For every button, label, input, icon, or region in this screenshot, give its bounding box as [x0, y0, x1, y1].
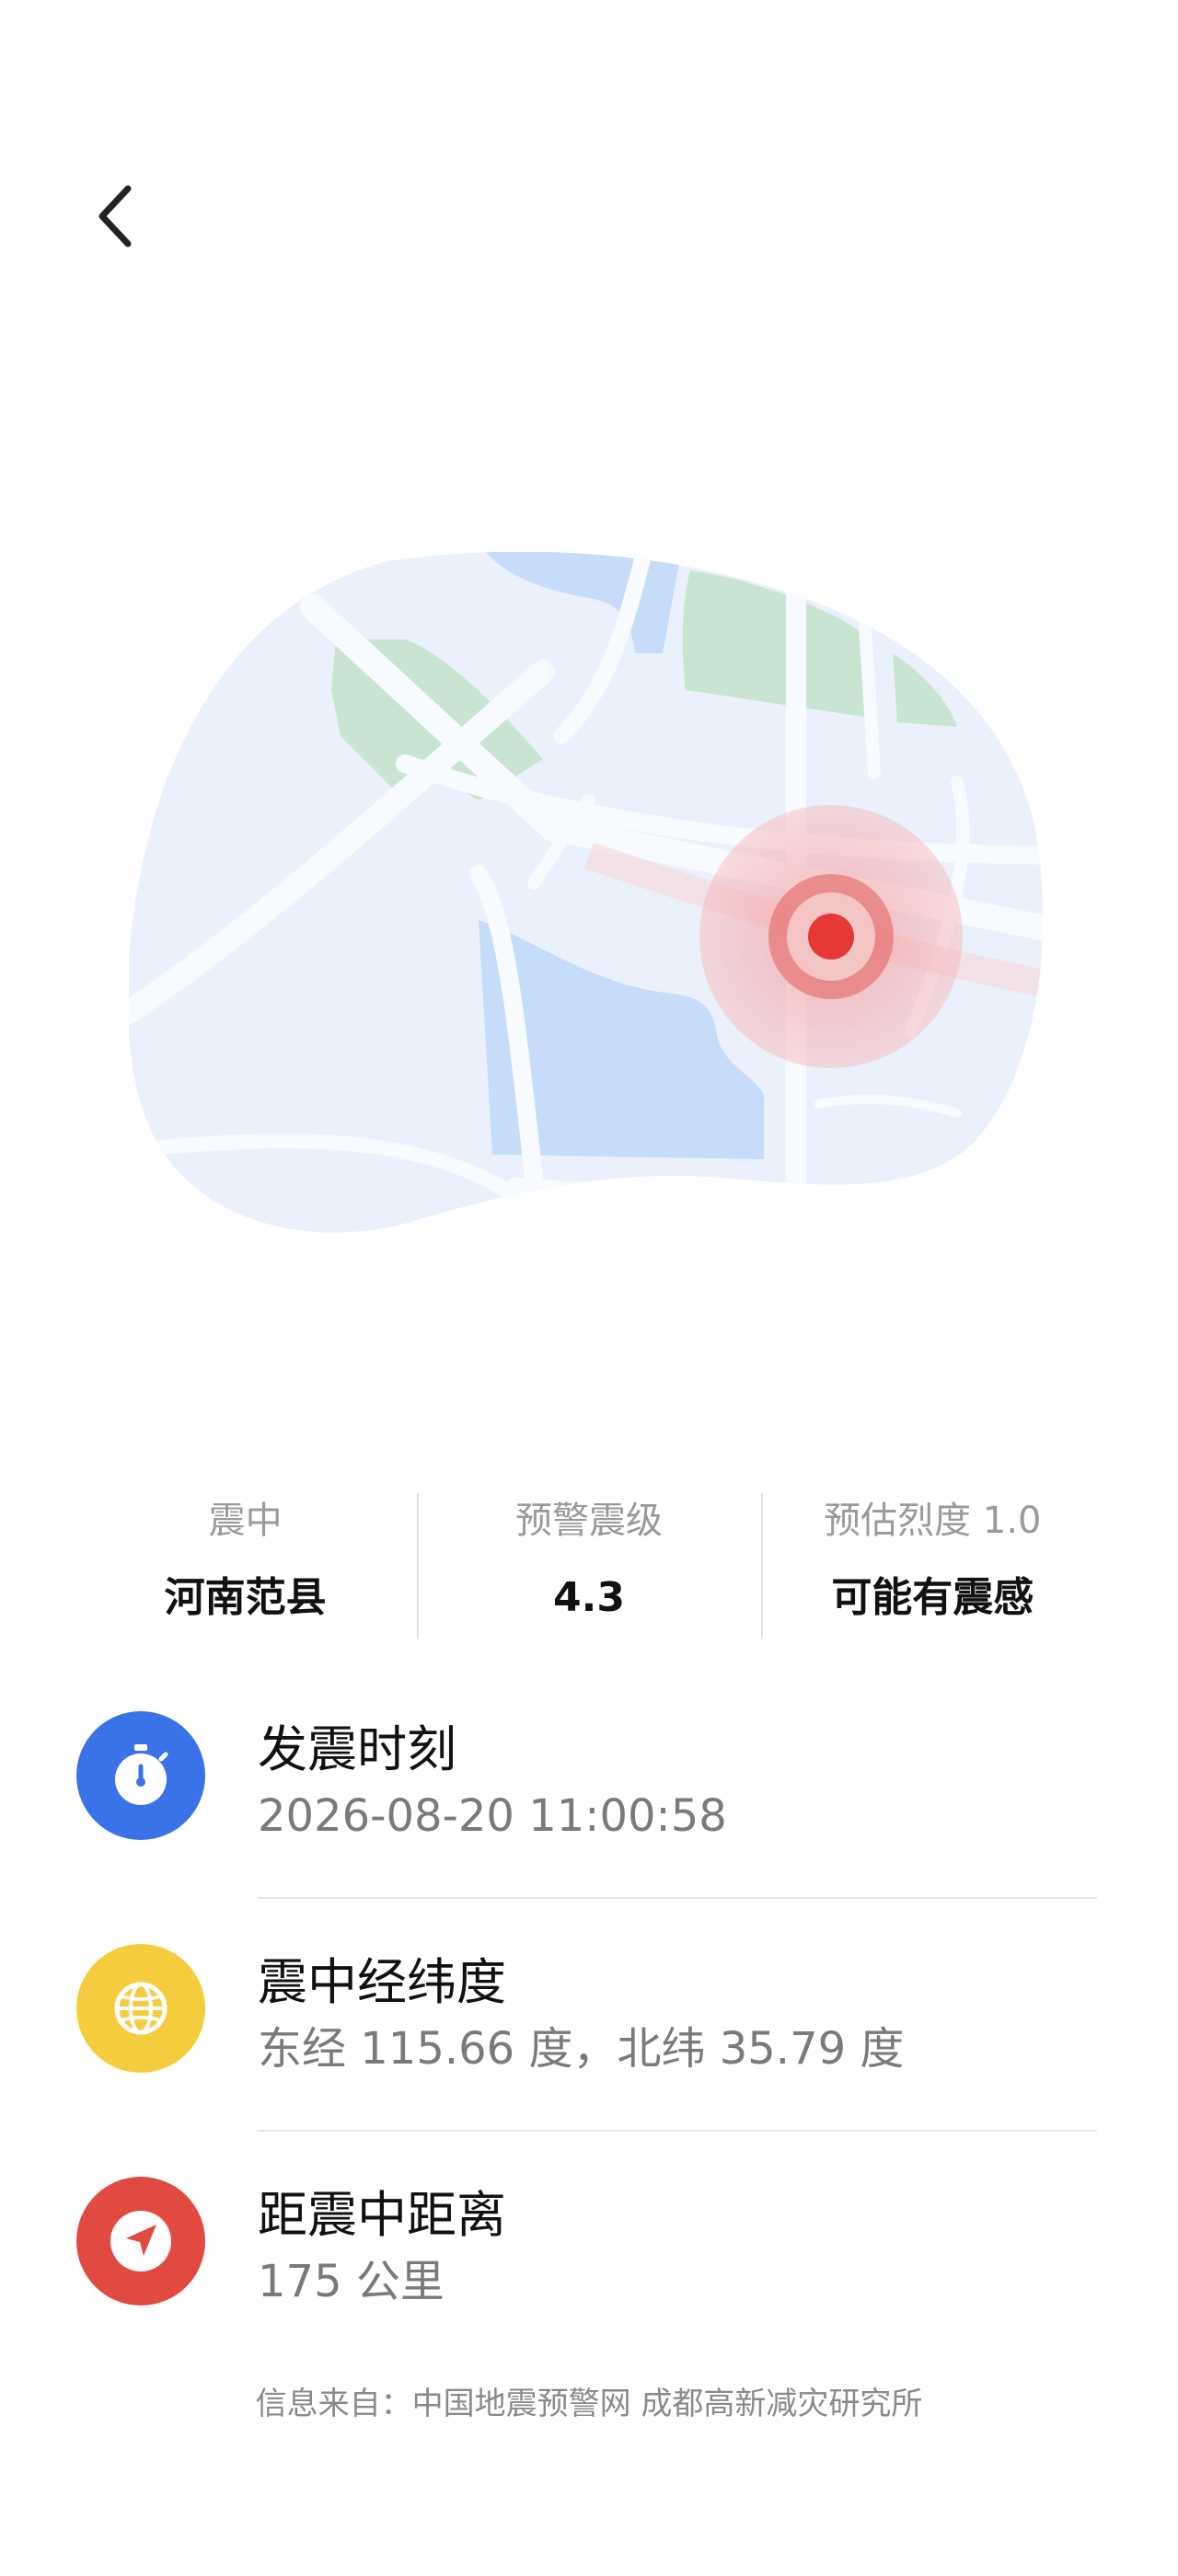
info-item-time: 发震时刻 2026-08-20 11:00:58 — [0, 1711, 1178, 1941]
earthquake-stats: 震中 河南范县 预警震级 4.3 预估烈度 1.0 可能有震感 — [74, 1486, 1104, 1639]
divider — [258, 2130, 1097, 2132]
info-value: 2026-08-20 11:00:58 — [258, 1790, 727, 1842]
info-title: 发震时刻 — [258, 1720, 456, 1778]
info-title: 距震中距离 — [258, 2186, 506, 2244]
epicenter-marker — [699, 805, 963, 1068]
stopwatch-icon — [76, 1711, 205, 1840]
info-value: 东经 115.66 度，北纬 35.79 度 — [258, 2023, 905, 2075]
stat-intensity: 预估烈度 1.0 可能有震感 — [760, 1486, 1104, 1639]
data-source-text: 信息来自：中国地震预警网 成都高新减灾研究所 — [255, 2386, 923, 2422]
info-value: 175 公里 — [258, 2256, 445, 2307]
info-title: 震中经纬度 — [258, 1953, 506, 2011]
divider — [258, 1897, 1097, 1899]
map-illustration — [127, 551, 1049, 1233]
chevron-left-icon — [98, 185, 132, 247]
stat-value: 可能有震感 — [831, 1574, 1034, 1621]
stat-value: 河南范县 — [164, 1574, 327, 1621]
stat-label: 预警震级 — [514, 1500, 663, 1542]
navigation-arrow-icon — [76, 2177, 205, 2306]
back-button[interactable] — [74, 175, 156, 258]
stat-value: 4.3 — [553, 1574, 625, 1621]
globe-icon — [76, 1944, 205, 2073]
stat-label: 预估烈度 1.0 — [824, 1500, 1042, 1542]
stat-label: 震中 — [208, 1500, 283, 1542]
stat-epicenter: 震中 河南范县 — [74, 1486, 417, 1638]
info-item-coordinates: 震中经纬度 东经 115.66 度，北纬 35.79 度 — [0, 1944, 1178, 2174]
info-item-distance: 距震中距离 175 公里 — [0, 2177, 1178, 2407]
stat-magnitude: 预警震级 4.3 — [417, 1486, 760, 1639]
